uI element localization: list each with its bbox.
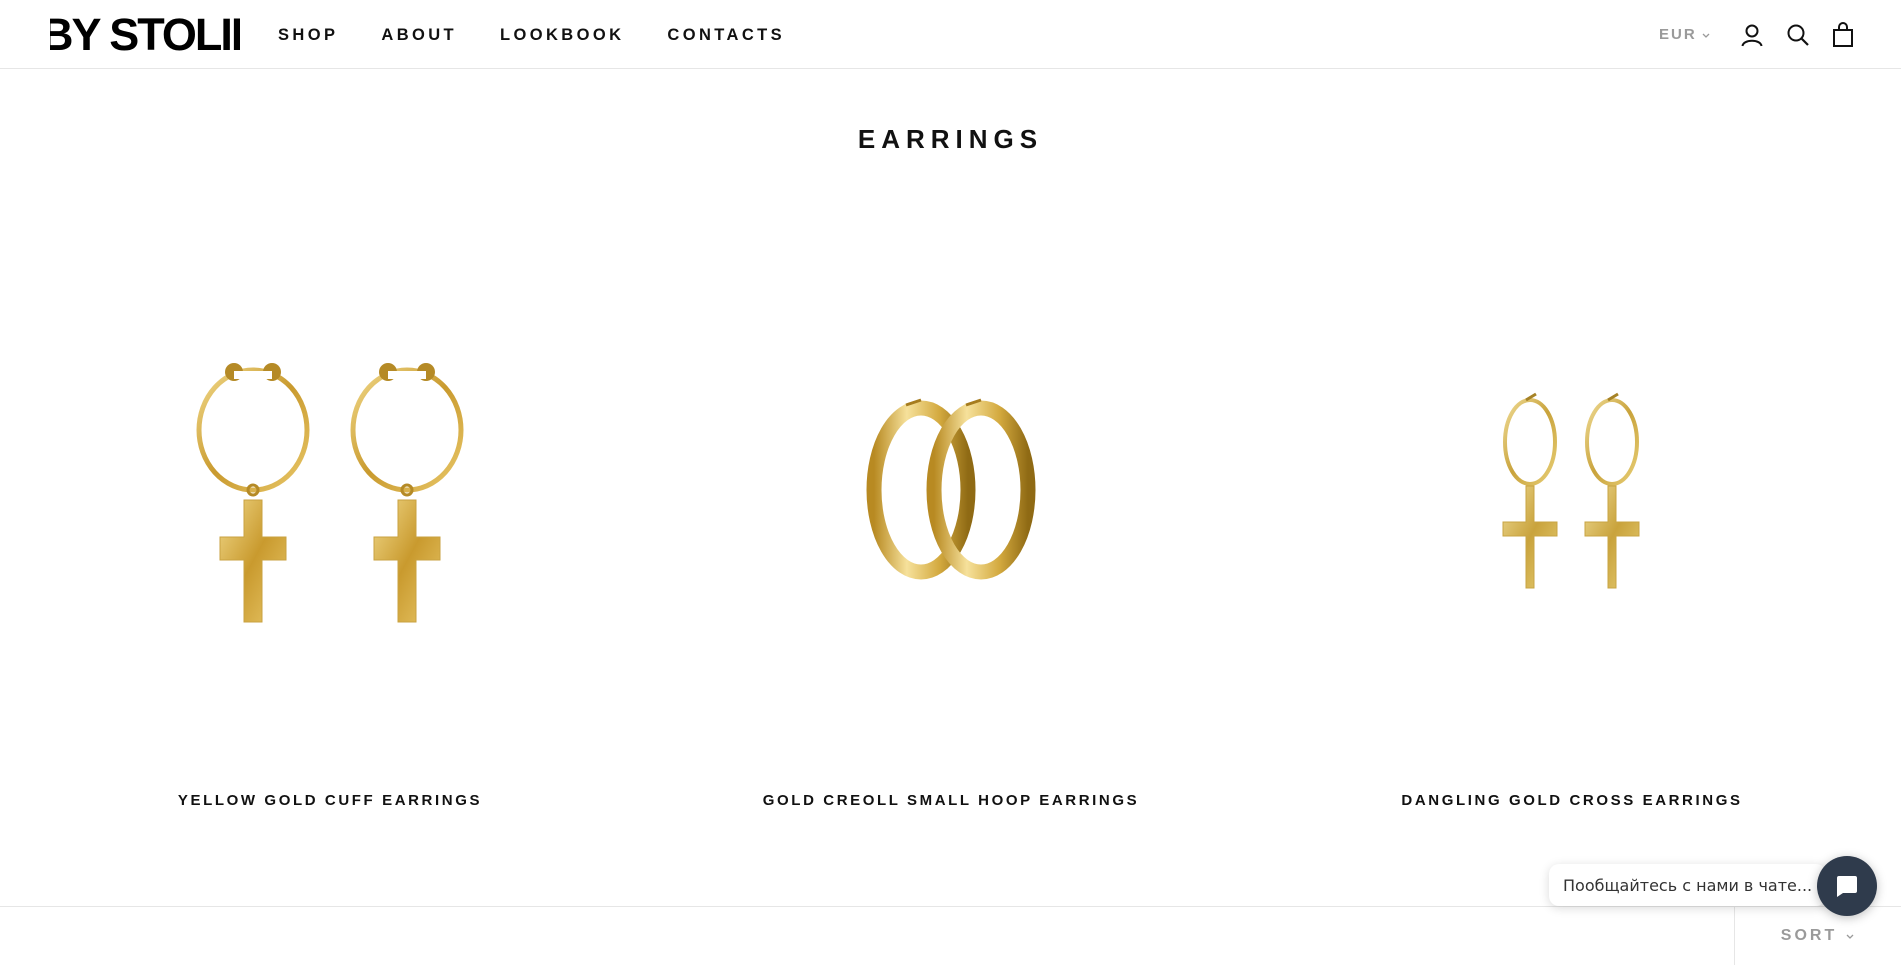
chat-icon — [1837, 876, 1857, 897]
main-nav: SHOP ABOUT LOOKBOOK CONTACTS — [278, 24, 828, 46]
chevron-down-icon — [1702, 33, 1710, 38]
chat-prompt-text: Пообщайтесь с нами в чате... — [1563, 875, 1813, 895]
product-image[interactable] — [30, 190, 630, 750]
product-card[interactable]: DANGLING GOLD CROSS EARRINGS — [1272, 190, 1872, 830]
currency-selector[interactable]: EUR — [1659, 26, 1711, 43]
sort-button[interactable]: SORT — [1734, 907, 1901, 965]
chat-prompt[interactable]: Пообщайтесь с нами в чате... — [1549, 864, 1827, 906]
product-image[interactable] — [1272, 190, 1872, 750]
chat-button[interactable] — [1817, 856, 1877, 916]
currency-value: EUR — [1659, 26, 1697, 43]
nav-item-about[interactable]: ABOUT — [381, 24, 457, 46]
dangling-gold-cross-earrings-image — [1502, 392, 1640, 589]
product-card[interactable]: GOLD CREOLL SMALL HOOP EARRINGS — [651, 190, 1251, 830]
nav-item-lookbook[interactable]: LOOKBOOK — [500, 24, 624, 46]
sort-label: SORT — [1780, 927, 1838, 944]
product-title[interactable]: YELLOW GOLD CUFF EARRINGS — [30, 792, 630, 809]
brand-logo-text: BY STOLIE — [50, 14, 240, 56]
product-title[interactable]: GOLD CREOLL SMALL HOOP EARRINGS — [651, 792, 1251, 809]
collection-title: EARRINGS — [857, 124, 1044, 154]
search-icon[interactable] — [1785, 22, 1811, 48]
brand-logo[interactable]: BY STOLIE — [50, 14, 240, 56]
account-icon[interactable] — [1739, 22, 1765, 48]
site-header: BY STOLIE SHOP ABOUT LOOKBOOK CONTACTS E… — [0, 0, 1901, 69]
chevron-down-icon — [1846, 934, 1854, 939]
product-title[interactable]: DANGLING GOLD CROSS EARRINGS — [1272, 792, 1872, 809]
cart-icon[interactable] — [1830, 22, 1856, 48]
product-image[interactable] — [651, 190, 1251, 750]
nav-item-contacts[interactable]: CONTACTS — [667, 24, 785, 46]
product-card[interactable]: YELLOW GOLD CUFF EARRINGS — [30, 190, 630, 830]
gold-hoop-earrings-image — [866, 398, 1036, 580]
nav-item-shop[interactable]: SHOP — [278, 24, 338, 46]
collection-toolbar: SORT — [0, 906, 1901, 965]
gold-cuff-cross-earrings-image — [196, 363, 464, 623]
